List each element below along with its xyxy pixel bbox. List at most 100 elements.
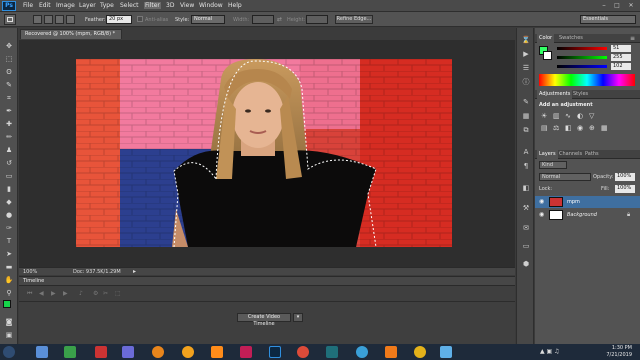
first-frame-icon[interactable]: ⏮ <box>27 290 32 298</box>
quick-select-tool-icon[interactable]: ✎ <box>4 81 14 89</box>
blue-value[interactable]: 102 <box>611 63 631 70</box>
prev-frame-icon[interactable]: ◀ <box>39 290 44 297</box>
taskbar-app-icon[interactable] <box>240 346 252 358</box>
color-ramp[interactable] <box>539 74 635 86</box>
vibrance-icon[interactable]: ▽ <box>589 112 594 120</box>
taskbar-app-icon[interactable] <box>152 346 164 358</box>
info-icon[interactable]: ⓘ <box>521 78 531 86</box>
new-selection-icon[interactable] <box>33 15 42 24</box>
refine-edge-button[interactable]: Refine Edge... <box>335 15 373 24</box>
feather-input[interactable]: 20 px <box>106 15 132 24</box>
subtract-selection-icon[interactable] <box>55 15 64 24</box>
marquee-tool-icon[interactable]: ⬚ <box>4 55 14 63</box>
type-tool-icon[interactable]: T <box>4 237 14 245</box>
height-input[interactable] <box>306 15 328 24</box>
taskbar-date[interactable]: 7/21/2019 <box>592 352 632 358</box>
taskbar-app-icon[interactable] <box>385 346 397 358</box>
taskbar-app-icon[interactable] <box>36 346 48 358</box>
shape-tool-icon[interactable]: ▬ <box>4 263 14 271</box>
zoom-tool-icon[interactable]: ⚲ <box>4 289 14 297</box>
layer-comps-icon[interactable]: ◧ <box>521 184 531 192</box>
crop-tool-icon[interactable]: ⌗ <box>4 94 14 102</box>
curves-icon[interactable]: ∿ <box>565 112 571 120</box>
color-balance-icon[interactable]: ⚖ <box>553 124 559 132</box>
menu-layer[interactable]: Layer <box>79 2 96 9</box>
black-white-icon[interactable]: ◧ <box>565 124 572 132</box>
blue-slider[interactable] <box>557 65 607 68</box>
settings-gear-icon[interactable]: ⚙ <box>93 290 98 297</box>
menu-select[interactable]: Select <box>120 2 139 9</box>
workspace-select[interactable]: Essentials <box>580 15 636 24</box>
lasso-tool-icon[interactable]: ʘ <box>4 68 14 76</box>
visibility-eye-icon[interactable]: ◉ <box>539 198 544 205</box>
channel-mixer-icon[interactable]: ⊕ <box>589 124 595 132</box>
style-select[interactable]: Normal <box>191 15 225 24</box>
layer-row-background[interactable]: ◉ Background 🔒︎ <box>535 209 640 221</box>
taskbar-app-icon[interactable] <box>182 346 194 358</box>
taskbar-app-icon[interactable] <box>95 346 107 358</box>
play-icon[interactable]: ▶ <box>51 290 56 297</box>
layer-name[interactable]: mpm <box>567 199 580 205</box>
audio-icon[interactable]: ♪ <box>79 290 83 297</box>
photoshop-taskbar-icon[interactable] <box>269 346 281 358</box>
next-frame-icon[interactable]: ▶ <box>63 290 68 297</box>
screen-mode-icon[interactable]: ▣ <box>4 331 14 339</box>
system-tray-icons[interactable]: ▲ ▣ ♫ <box>540 348 580 355</box>
timeline-dock-icon[interactable]: ▭ <box>521 242 531 250</box>
layer-filter-kind[interactable]: Kind <box>539 161 567 169</box>
color-lookup-icon[interactable]: ▦ <box>601 124 608 132</box>
timeline-dropdown-icon[interactable]: ▾ <box>293 313 303 322</box>
menu-3d[interactable]: 3D <box>166 2 174 9</box>
menu-image[interactable]: Image <box>56 2 75 9</box>
brush-panel-icon[interactable]: ✎ <box>521 98 531 106</box>
blur-tool-icon[interactable]: ◆ <box>4 198 14 206</box>
hue-sat-icon[interactable]: ▤ <box>541 124 548 132</box>
zoom-level[interactable]: 100% <box>23 269 37 275</box>
tab-color[interactable]: Color <box>537 34 555 43</box>
document-canvas[interactable] <box>76 59 452 247</box>
menu-edit[interactable]: Edit <box>39 2 51 9</box>
healing-brush-tool-icon[interactable]: ✚ <box>4 120 14 128</box>
taskbar-app-icon[interactable] <box>122 346 134 358</box>
layer-name[interactable]: Background <box>567 212 597 218</box>
gradient-tool-icon[interactable]: ▮ <box>4 185 14 193</box>
red-value[interactable]: 51 <box>611 45 631 52</box>
tab-swatches[interactable]: Swatches <box>557 34 585 43</box>
taskbar-app-icon[interactable] <box>440 346 452 358</box>
levels-icon[interactable]: ▥ <box>553 112 560 120</box>
photo-filter-icon[interactable]: ◉ <box>577 124 583 132</box>
brightness-icon[interactable]: ☀ <box>541 112 547 120</box>
green-slider[interactable] <box>557 56 607 59</box>
add-selection-icon[interactable] <box>44 15 53 24</box>
red-slider[interactable] <box>557 47 607 50</box>
status-menu-arrow-icon[interactable]: ▸ <box>133 268 136 275</box>
fill-input[interactable]: 100% <box>615 185 635 193</box>
swap-arrows-icon[interactable]: ⇄ <box>277 16 282 23</box>
history-brush-tool-icon[interactable]: ↺ <box>4 159 14 167</box>
green-value[interactable]: 255 <box>611 54 631 61</box>
maximize-button[interactable]: □ <box>611 1 623 10</box>
opacity-input[interactable]: 100% <box>615 173 635 181</box>
start-button-icon[interactable] <box>3 346 15 358</box>
quick-mask-icon[interactable]: ◙ <box>4 318 14 326</box>
tool-presets-icon[interactable]: ⚒ <box>521 204 531 212</box>
vlc-icon[interactable] <box>211 346 223 358</box>
paragraph-icon[interactable]: ¶ <box>521 162 531 170</box>
clone-source-icon[interactable]: ⧉ <box>521 126 531 134</box>
taskbar-app-icon[interactable] <box>64 346 76 358</box>
pen-tool-icon[interactable]: ✑ <box>4 224 14 232</box>
menu-view[interactable]: View <box>180 2 194 9</box>
exposure-icon[interactable]: ◐ <box>577 112 583 120</box>
create-video-timeline-button[interactable]: Create Video Timeline <box>237 313 291 327</box>
move-tool-icon[interactable]: ✥ <box>4 42 14 50</box>
minimize-button[interactable]: – <box>598 1 610 10</box>
color-bg-swatch[interactable] <box>543 51 552 60</box>
chrome-icon[interactable] <box>297 346 309 358</box>
tab-styles[interactable]: Styles <box>571 90 590 99</box>
taskbar-time[interactable]: 1:30 PM <box>592 345 632 351</box>
character-icon[interactable]: A <box>521 148 531 156</box>
menu-help[interactable]: Help <box>228 2 242 9</box>
brush-tool-icon[interactable]: ✏ <box>4 133 14 141</box>
width-input[interactable] <box>252 15 274 24</box>
tab-paths[interactable]: Paths <box>583 150 601 159</box>
